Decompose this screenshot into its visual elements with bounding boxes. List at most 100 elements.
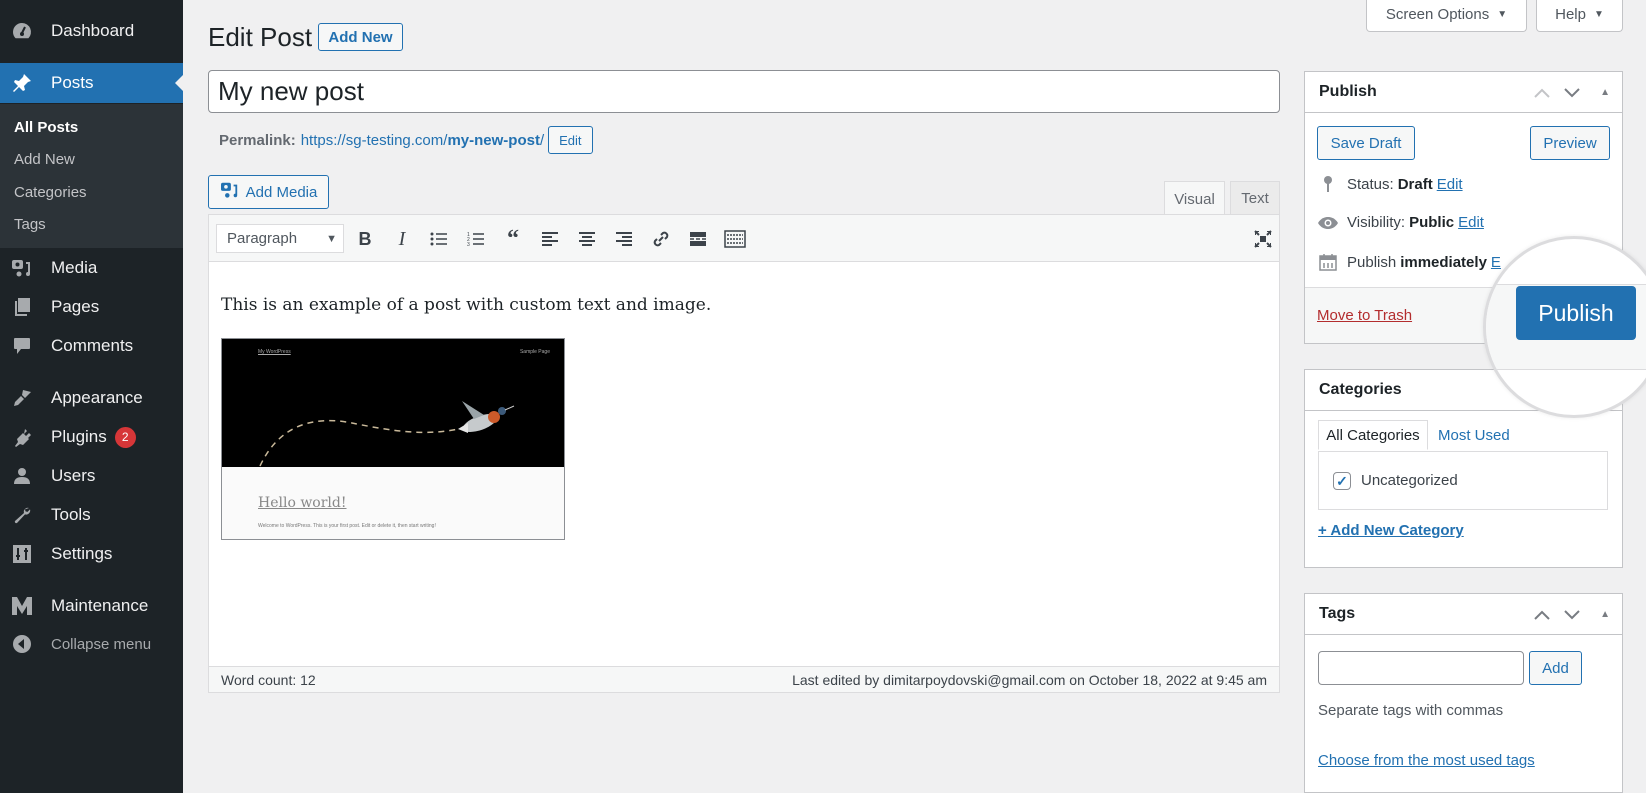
edit-permalink-button[interactable]: Edit bbox=[548, 126, 593, 154]
tab-all-categories[interactable]: All Categories bbox=[1318, 420, 1428, 450]
collapse-menu-button[interactable]: Collapse menu bbox=[0, 625, 183, 663]
category-list: ✓ Uncategorized bbox=[1318, 451, 1608, 510]
pages-icon bbox=[10, 295, 34, 319]
chevron-down-icon[interactable] bbox=[1564, 87, 1580, 98]
triangle-down-icon: ▼ bbox=[1497, 9, 1508, 20]
blockquote-icon[interactable]: “ bbox=[500, 226, 526, 252]
sidebar-item-label: Media bbox=[51, 258, 98, 277]
bulleted-list-icon[interactable] bbox=[426, 226, 452, 252]
sidebar-item-dashboard[interactable]: Dashboard bbox=[0, 12, 183, 50]
sidebar-item-pages[interactable]: Pages bbox=[0, 288, 183, 326]
screen-options-button[interactable]: Screen Options ▼ bbox=[1366, 0, 1527, 32]
read-more-icon[interactable] bbox=[685, 226, 711, 252]
image-post-heading: Hello world! bbox=[258, 495, 347, 511]
link-icon[interactable] bbox=[648, 226, 674, 252]
sidebar-item-label: Dashboard bbox=[51, 21, 135, 40]
box-controls: ▲ bbox=[1534, 72, 1610, 113]
sidebar-item-label: Settings bbox=[51, 544, 113, 563]
tab-text[interactable]: Text bbox=[1230, 181, 1280, 215]
toggle-panel-icon[interactable]: ▲ bbox=[1600, 87, 1610, 98]
save-draft-button[interactable]: Save Draft bbox=[1317, 126, 1415, 160]
numbered-list-icon[interactable]: 123 bbox=[463, 226, 489, 252]
collapse-icon bbox=[10, 632, 34, 656]
sidebar-item-label: Posts bbox=[51, 73, 94, 92]
move-to-trash-link[interactable]: Move to Trash bbox=[1317, 307, 1412, 324]
submenu-categories[interactable]: Categories bbox=[14, 184, 87, 201]
permalink-tail: / bbox=[539, 131, 545, 149]
add-media-button[interactable]: Add Media bbox=[208, 175, 329, 209]
schedule-value: immediately bbox=[1400, 253, 1487, 271]
permalink-label: Permalink: bbox=[219, 131, 296, 149]
tab-visual[interactable]: Visual bbox=[1164, 181, 1225, 216]
sidebar-item-label: Tools bbox=[51, 505, 91, 524]
categories-box-title: Categories bbox=[1319, 381, 1402, 398]
add-new-post-button[interactable]: Add New bbox=[318, 23, 403, 51]
bold-icon[interactable]: B bbox=[352, 226, 378, 252]
add-new-category-link[interactable]: + Add New Category bbox=[1318, 522, 1464, 539]
tags-box-header: Tags ▲ bbox=[1305, 594, 1622, 635]
chevron-down-icon[interactable] bbox=[1564, 609, 1580, 620]
preview-button[interactable]: Preview bbox=[1530, 126, 1610, 160]
maintenance-icon bbox=[10, 594, 34, 618]
visibility-label: Visibility: bbox=[1347, 214, 1406, 231]
italic-icon[interactable]: I bbox=[389, 226, 415, 252]
visibility-row: Visibility: Public Edit bbox=[1317, 214, 1484, 231]
edit-schedule-link[interactable]: E bbox=[1491, 254, 1501, 271]
content-image[interactable]: My WordPress Sample Page Hello world! We… bbox=[221, 338, 565, 540]
toggle-panel-icon[interactable]: ▲ bbox=[1600, 609, 1610, 620]
triangle-down-icon: ▼ bbox=[1593, 9, 1604, 20]
sidebar-item-maintenance[interactable]: Maintenance bbox=[0, 587, 183, 625]
align-left-icon[interactable] bbox=[537, 226, 563, 252]
submenu-tags[interactable]: Tags bbox=[14, 216, 46, 233]
sidebar-item-appearance[interactable]: Appearance bbox=[0, 379, 183, 417]
chevron-up-icon[interactable] bbox=[1534, 88, 1550, 98]
sidebar-item-label: Plugins bbox=[51, 427, 107, 446]
edit-visibility-link[interactable]: Edit bbox=[1458, 214, 1484, 231]
edit-status-link[interactable]: Edit bbox=[1437, 176, 1463, 193]
category-label: Uncategorized bbox=[1361, 472, 1458, 489]
submenu-add-new[interactable]: Add New bbox=[14, 151, 75, 168]
sidebar-item-settings[interactable]: Settings bbox=[0, 535, 183, 573]
permalink-link[interactable]: https://sg-testing.com/my-new-post/ bbox=[301, 132, 544, 149]
sidebar-item-media[interactable]: Media bbox=[0, 249, 183, 287]
pin-icon bbox=[1317, 175, 1339, 193]
add-tag-button[interactable]: Add bbox=[1529, 651, 1582, 685]
post-content-editor: Paragraph ▼ B I 123 “ This is an example… bbox=[208, 214, 1280, 693]
svg-text:3: 3 bbox=[467, 242, 470, 247]
submenu-all-posts[interactable]: All Posts bbox=[14, 119, 78, 136]
help-label: Help bbox=[1555, 6, 1586, 23]
sidebar-item-comments[interactable]: Comments bbox=[0, 327, 183, 365]
format-select-value: Paragraph bbox=[227, 230, 298, 247]
dashboard-icon bbox=[10, 19, 34, 43]
publish-button[interactable]: Publish bbox=[1516, 286, 1636, 340]
sidebar-item-label: Maintenance bbox=[51, 596, 149, 615]
brush-icon bbox=[10, 386, 34, 410]
admin-sidebar: Dashboard Posts All Posts Add New Catego… bbox=[0, 0, 183, 793]
category-checkbox-uncategorized[interactable]: ✓ bbox=[1333, 472, 1351, 490]
new-tag-input[interactable] bbox=[1318, 651, 1524, 685]
schedule-row: Publish immediately E bbox=[1317, 253, 1501, 271]
fullscreen-icon[interactable] bbox=[1250, 226, 1276, 252]
chevron-up-icon[interactable] bbox=[1534, 610, 1550, 620]
post-title-input[interactable] bbox=[208, 70, 1280, 113]
page-title: Edit Post bbox=[208, 22, 313, 52]
sidebar-item-tools[interactable]: Tools bbox=[0, 496, 183, 534]
align-center-icon[interactable] bbox=[574, 226, 600, 252]
choose-most-used-tags-link[interactable]: Choose from the most used tags bbox=[1318, 752, 1535, 769]
sidebar-item-users[interactable]: Users bbox=[0, 457, 183, 495]
chevron-down-icon: ▼ bbox=[326, 232, 337, 245]
editor-toolbar: Paragraph ▼ B I 123 “ bbox=[209, 215, 1279, 262]
image-hero-banner: My WordPress Sample Page bbox=[222, 339, 564, 467]
toolbar-toggle-icon[interactable] bbox=[722, 226, 748, 252]
editor-content-area[interactable]: This is an example of a post with custom… bbox=[209, 263, 1279, 666]
content-paragraph: This is an example of a post with custom… bbox=[221, 295, 712, 315]
align-right-icon[interactable] bbox=[611, 226, 637, 252]
sidebar-item-label: Comments bbox=[51, 336, 134, 355]
help-button[interactable]: Help ▼ bbox=[1536, 0, 1623, 32]
sidebar-item-posts[interactable]: Posts bbox=[0, 63, 183, 103]
user-icon bbox=[10, 464, 34, 488]
sidebar-item-label: Users bbox=[51, 466, 96, 485]
sidebar-item-plugins[interactable]: Plugins 2 bbox=[0, 418, 183, 456]
tab-most-used[interactable]: Most Used bbox=[1430, 420, 1518, 450]
format-select[interactable]: Paragraph ▼ bbox=[216, 224, 344, 253]
